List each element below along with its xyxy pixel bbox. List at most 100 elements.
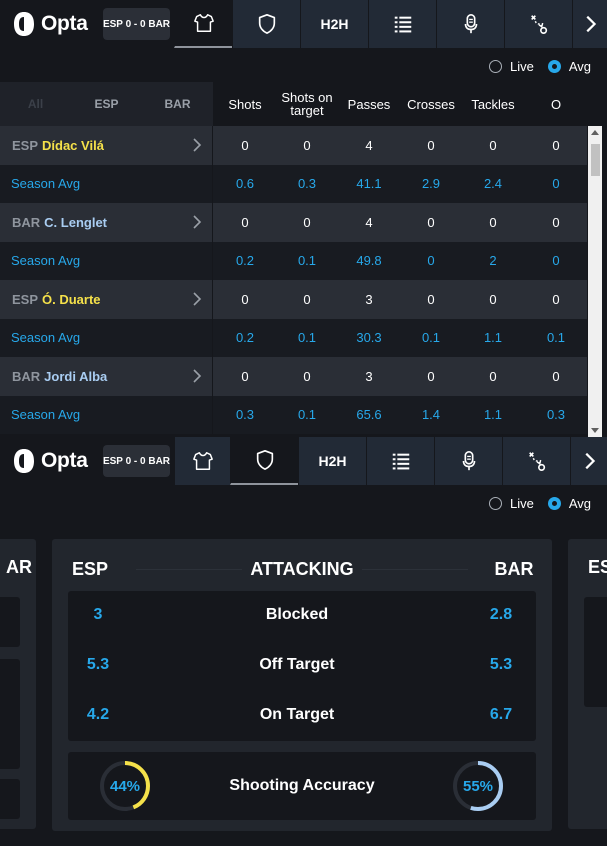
nav-next-button[interactable] xyxy=(572,0,607,48)
table-row[interactable]: ESP Dídac Vilá 0 0 4 0 0 0 xyxy=(0,126,587,165)
column-header[interactable]: Tackles xyxy=(461,82,525,126)
match-score[interactable]: ESP 0 - 0 BAR xyxy=(103,8,170,40)
table-row[interactable]: BAR Jordi Alba 0 0 3 0 0 0 xyxy=(0,357,587,396)
prev-stat-card[interactable]: AR xyxy=(0,539,36,829)
scroll-down-icon[interactable] xyxy=(591,428,599,433)
vertical-scrollbar[interactable] xyxy=(588,126,602,437)
player-name[interactable]: C. Lenglet xyxy=(44,215,107,230)
avg-stat-cell: 0.1 xyxy=(297,253,317,269)
column-header[interactable]: Crosses xyxy=(401,82,461,126)
live-radio[interactable] xyxy=(488,59,502,73)
filter-bar[interactable]: BAR xyxy=(142,97,213,111)
nav-next-button[interactable] xyxy=(570,437,607,485)
player-name[interactable]: Jordi Alba xyxy=(44,369,107,384)
avg-radio[interactable] xyxy=(547,496,561,510)
next-stat-card[interactable]: ES xyxy=(568,539,607,829)
avg-toggle[interactable]: Avg xyxy=(547,496,591,511)
avg-stat-cell: 0.3 xyxy=(297,176,317,192)
player-name-cell[interactable]: BAR Jordi Alba xyxy=(0,357,213,396)
column-header[interactable]: Passes xyxy=(337,82,401,126)
avg-stat-cell: 0.1 xyxy=(546,330,566,346)
avg-stat-cell: 0 xyxy=(552,253,560,269)
live-radio[interactable] xyxy=(488,496,502,510)
tab-events[interactable] xyxy=(366,437,434,485)
tab-lineups[interactable] xyxy=(174,0,232,48)
player-name-cell[interactable]: BAR C. Lenglet xyxy=(0,203,213,242)
column-header[interactable]: Shots on target xyxy=(277,82,337,126)
opta-logo[interactable]: Opta xyxy=(12,9,88,39)
attacking-card: ESP ATTACKING BAR 3 Blocked 2.8 5.3 Off … xyxy=(52,539,552,831)
player-table: ESP Dídac Vilá 0 0 4 0 0 0 Season Avg 0.6 0.3 41.1 2… xyxy=(0,126,587,434)
avg-stat-cell: 41.1 xyxy=(356,176,382,192)
player-team: BAR xyxy=(12,368,41,384)
avg-toggle[interactable]: Avg xyxy=(547,59,591,74)
column-header[interactable]: O xyxy=(525,82,587,126)
stat-cell: 0 xyxy=(241,214,249,230)
shooting-accuracy-block: 44% Shooting Accuracy 55% xyxy=(68,752,536,820)
tab-events[interactable] xyxy=(368,0,436,48)
chevron-right-icon[interactable] xyxy=(192,291,202,307)
live-label: Live xyxy=(509,495,534,511)
scrollbar-thumb[interactable] xyxy=(591,144,600,176)
filter-esp[interactable]: ESP xyxy=(71,97,142,111)
player-name-cell[interactable]: ESP Ó. Duarte xyxy=(0,280,213,319)
table-row[interactable]: BAR C. Lenglet 0 0 4 0 0 0 xyxy=(0,203,587,242)
player-name[interactable]: Dídac Vilá xyxy=(42,138,104,153)
opta-logo[interactable]: Opta xyxy=(12,446,88,476)
microphone-icon xyxy=(462,451,475,471)
avg-stat-cell: 0 xyxy=(427,253,435,269)
tab-tactics[interactable] xyxy=(504,0,572,48)
tab-commentary[interactable] xyxy=(436,0,504,48)
live-toggle[interactable]: Live xyxy=(488,495,534,511)
match-score[interactable]: ESP 0 - 0 BAR xyxy=(103,445,170,477)
player-name[interactable]: Ó. Duarte xyxy=(42,292,101,307)
tab-h2h[interactable]: H2H xyxy=(300,0,368,48)
next-card-block xyxy=(584,597,607,707)
prev-card-block xyxy=(0,597,20,647)
avg-stat-cell: 49.8 xyxy=(356,253,382,269)
table-row: Season Avg 0.6 0.3 41.1 2.9 2.4 0 xyxy=(0,164,587,203)
player-name-cell[interactable]: ESP Dídac Vilá xyxy=(0,126,213,165)
table-row[interactable]: ESP Ó. Duarte 0 0 3 0 0 0 xyxy=(0,280,587,319)
live-toggle[interactable]: Live xyxy=(488,58,534,74)
chevron-right-icon[interactable] xyxy=(192,214,202,230)
season-avg-label: Season Avg xyxy=(0,318,213,357)
top-bar: Opta ESP 0 - 0 BAR H2H xyxy=(0,0,607,48)
list-icon xyxy=(392,453,409,470)
h2h-label: H2H xyxy=(320,16,349,32)
tab-team-stats[interactable] xyxy=(230,437,298,485)
team-stats-panel: Opta ESP 0 - 0 BAR H2H Live Avg AR ESP A… xyxy=(0,437,607,846)
attacking-card-header: ESP ATTACKING BAR xyxy=(52,557,552,581)
column-header[interactable]: Shots xyxy=(213,82,277,126)
filter-all[interactable]: All xyxy=(0,97,71,111)
stat-cell: 0 xyxy=(552,368,560,384)
stat-cell: 0 xyxy=(489,291,497,307)
avg-stat-cell: 1.1 xyxy=(483,407,503,423)
away-value: 6.7 xyxy=(489,706,513,723)
chevron-right-icon xyxy=(585,452,596,470)
chevron-right-icon[interactable] xyxy=(192,137,202,153)
away-accuracy-ring: 55% xyxy=(451,759,505,813)
live-label: Live xyxy=(509,58,534,74)
stat-label: Blocked xyxy=(265,606,329,623)
stat-row-blocked: 3 Blocked 2.8 xyxy=(68,603,536,627)
tab-commentary[interactable] xyxy=(434,437,502,485)
tab-lineups[interactable] xyxy=(174,437,230,485)
tab-team-stats[interactable] xyxy=(232,0,300,48)
chevron-right-icon[interactable] xyxy=(192,368,202,384)
avg-stat-cell: 2.9 xyxy=(421,176,441,192)
avg-stat-cell: 0.1 xyxy=(297,407,317,423)
h2h-label: H2H xyxy=(318,453,347,469)
avg-stat-cell: 0.1 xyxy=(421,330,441,346)
tab-h2h[interactable]: H2H xyxy=(298,437,366,485)
avg-radio[interactable] xyxy=(547,59,561,73)
tab-tactics[interactable] xyxy=(502,437,570,485)
scroll-up-icon[interactable] xyxy=(591,130,599,135)
avg-stat-cell: 0.6 xyxy=(235,176,255,192)
stat-cell: 0 xyxy=(427,137,435,153)
stat-cell: 0 xyxy=(303,291,311,307)
season-avg-label: Season Avg xyxy=(0,241,213,280)
avg-stat-cell: 0 xyxy=(552,176,560,192)
shirt-icon xyxy=(193,14,214,32)
stat-cell: 0 xyxy=(303,368,311,384)
